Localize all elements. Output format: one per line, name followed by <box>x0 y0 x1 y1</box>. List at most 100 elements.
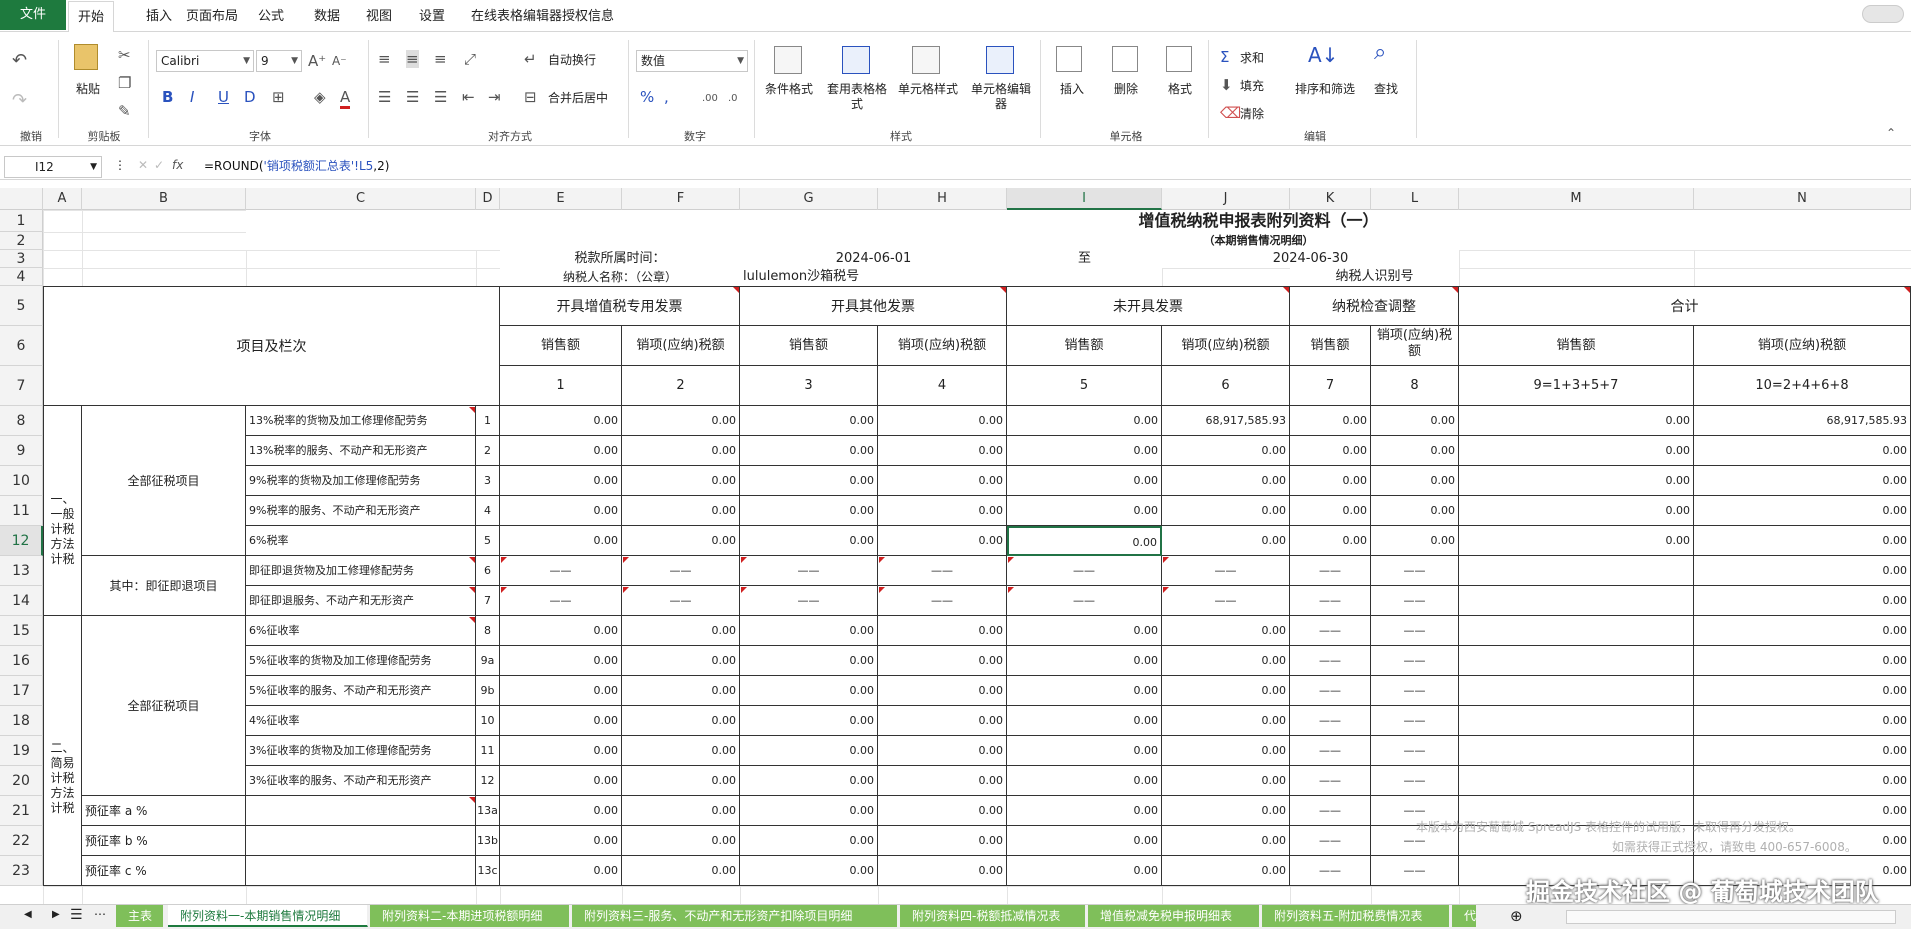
value-cell[interactable]: 0.00 <box>1162 526 1290 556</box>
value-cell[interactable]: 0.00 <box>622 856 740 886</box>
value-cell[interactable] <box>1459 676 1694 706</box>
sheet-tab-5[interactable]: 增值税减免税申报明细表 <box>1088 905 1260 927</box>
value-cell[interactable]: —— <box>1371 856 1459 886</box>
value-cell[interactable]: 0.00 <box>1371 466 1459 496</box>
row-header-17[interactable]: 17 <box>0 676 43 706</box>
value-cell[interactable]: 0.00 <box>1694 616 1911 646</box>
value-cell[interactable]: 0.00 <box>878 526 1007 556</box>
value-cell[interactable]: 0.00 <box>1290 466 1371 496</box>
sub-all-taxable-2[interactable]: 全部征税项目 <box>82 616 246 796</box>
col-number-6[interactable]: 7 <box>1290 366 1371 406</box>
more-sheets-icon[interactable]: ⋯ <box>94 907 106 921</box>
value-cell[interactable]: 0.00 <box>1007 406 1162 436</box>
merge-center-button[interactable]: 合并后居中 <box>548 91 608 106</box>
value-cell[interactable]: 0.00 <box>1162 616 1290 646</box>
value-cell[interactable] <box>1459 766 1694 796</box>
col-number-4[interactable]: 5 <box>1007 366 1162 406</box>
align-middle-icon[interactable]: ≡ <box>406 50 419 68</box>
name-box[interactable]: I12 ▼ <box>4 156 102 178</box>
value-cell[interactable]: 0.00 <box>740 466 878 496</box>
value-cell[interactable]: 0.00 <box>1007 736 1162 766</box>
cut-icon[interactable]: ✂ <box>118 46 131 64</box>
active-cell[interactable]: 0.00 <box>1007 526 1162 556</box>
item-label[interactable]: 6%征收率 <box>246 616 476 646</box>
increase-decimal-icon[interactable]: .00 <box>702 90 718 108</box>
menu-tab-5[interactable]: 视图 <box>366 0 392 32</box>
value-cell[interactable]: —— <box>1371 736 1459 766</box>
value-cell[interactable]: —— <box>622 586 740 616</box>
value-cell[interactable]: 0.00 <box>1007 826 1162 856</box>
sub-header-3[interactable]: 销项(应纳)税额 <box>878 326 1007 366</box>
value-cell[interactable] <box>1459 736 1694 766</box>
value-cell[interactable]: 0.00 <box>1007 796 1162 826</box>
report-subtitle[interactable]: （本期销售情况明细） <box>246 232 1911 250</box>
value-cell[interactable]: 0.00 <box>500 616 622 646</box>
value-cell[interactable]: 0.00 <box>1694 676 1911 706</box>
paste-button[interactable]: 粘贴 <box>70 82 106 97</box>
value-cell[interactable]: 0.00 <box>1007 466 1162 496</box>
sub-immediate-refund[interactable]: 其中：即征即退项目 <box>82 556 246 616</box>
sub-header-6[interactable]: 销售额 <box>1290 326 1371 366</box>
value-cell[interactable]: 0.00 <box>1694 526 1911 556</box>
value-cell[interactable]: 0.00 <box>878 646 1007 676</box>
item-label[interactable]: 9%税率的货物及加工修理修配劳务 <box>246 466 476 496</box>
value-cell[interactable]: 0.00 <box>878 706 1007 736</box>
column-header-E[interactable]: E <box>500 188 622 210</box>
fill-icon[interactable]: ⬇ <box>1220 76 1233 94</box>
value-cell[interactable]: 0.00 <box>622 616 740 646</box>
sub-header-7[interactable]: 销项(应纳)税额 <box>1371 326 1459 366</box>
cell-style-icon[interactable] <box>912 46 940 74</box>
value-cell[interactable]: —— <box>1371 556 1459 586</box>
sub-all-taxable[interactable]: 全部征税项目 <box>82 406 246 556</box>
value-cell[interactable]: 0.00 <box>1162 766 1290 796</box>
cell-style-button[interactable]: 单元格样式 <box>896 82 960 97</box>
corner-cell[interactable] <box>0 188 43 210</box>
format-cells-button[interactable]: 格式 <box>1166 82 1194 97</box>
toggle-switch[interactable] <box>1862 5 1904 23</box>
undo-icon[interactable]: ↶ <box>12 52 27 70</box>
search-icon[interactable]: ⌕ <box>1374 42 1386 64</box>
value-cell[interactable]: 0.00 <box>1371 436 1459 466</box>
value-cell[interactable]: 0.00 <box>878 766 1007 796</box>
value-cell[interactable]: —— <box>1162 586 1290 616</box>
column-header-I[interactable]: I <box>1007 188 1162 210</box>
sub-header-0[interactable]: 销售额 <box>500 326 622 366</box>
value-cell[interactable]: —— <box>1290 676 1371 706</box>
sub-header-5[interactable]: 销项(应纳)税额 <box>1162 326 1290 366</box>
value-cell[interactable]: 0.00 <box>1007 616 1162 646</box>
value-cell[interactable]: 0.00 <box>740 796 878 826</box>
menu-tab-4[interactable]: 数据 <box>314 0 340 32</box>
row-header-1[interactable]: 1 <box>0 210 43 232</box>
period-end[interactable]: 2024-06-30 <box>1162 250 1459 268</box>
row-header-15[interactable]: 15 <box>0 616 43 646</box>
collapse-ribbon-icon[interactable]: ⌃ <box>1886 124 1896 142</box>
next-sheet-icon[interactable]: ▶ <box>52 909 60 920</box>
value-cell[interactable]: —— <box>622 556 740 586</box>
value-cell[interactable]: 0.00 <box>1162 736 1290 766</box>
row-header-21[interactable]: 21 <box>0 796 43 826</box>
sheet-tab-4[interactable]: 附列资料四-税额抵减情况表 <box>900 905 1086 927</box>
value-cell[interactable]: 0.00 <box>622 676 740 706</box>
fill-button[interactable]: 填充 <box>1240 79 1264 94</box>
number-format-select[interactable]: 数值 ▼ <box>636 50 748 72</box>
taxpayer-name[interactable]: lululemon沙箱税号 <box>740 268 1162 286</box>
line-number[interactable]: 12 <box>476 766 500 796</box>
value-cell[interactable]: 0.00 <box>740 736 878 766</box>
report-title[interactable]: 增值税纳税申报表附列资料（一） <box>246 210 1911 232</box>
line-number[interactable]: 5 <box>476 526 500 556</box>
value-cell[interactable]: 0.00 <box>878 736 1007 766</box>
format-cells-icon[interactable] <box>1166 46 1192 72</box>
value-cell[interactable]: 0.00 <box>740 406 878 436</box>
cell-editor-button[interactable]: 单元格编辑器 <box>970 82 1032 112</box>
item-label[interactable]: 即征即退服务、不动产和无形资产 <box>246 586 476 616</box>
decrease-decimal-icon[interactable]: .0 <box>728 90 738 108</box>
item-label[interactable]: 即征即退货物及加工修理修配劳务 <box>246 556 476 586</box>
line-number[interactable]: 7 <box>476 586 500 616</box>
sub-header-8[interactable]: 销售额 <box>1459 326 1694 366</box>
align-right-icon[interactable]: ☰ <box>434 88 447 106</box>
value-cell[interactable]: 0.00 <box>622 796 740 826</box>
column-header-A[interactable]: A <box>43 188 82 210</box>
value-cell[interactable]: 0.00 <box>622 526 740 556</box>
align-top-icon[interactable]: ≡ <box>378 50 391 68</box>
item-label[interactable]: 6%税率 <box>246 526 476 556</box>
